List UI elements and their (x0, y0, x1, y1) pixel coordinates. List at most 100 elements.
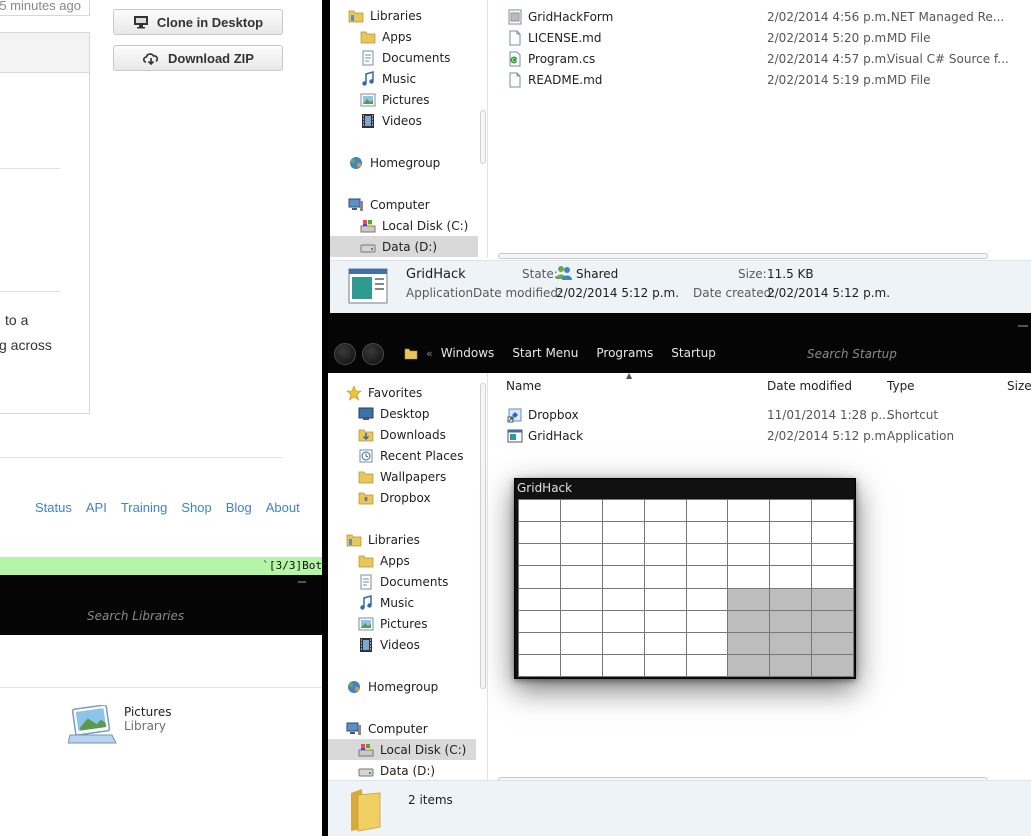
nav-item-music[interactable]: Music (328, 592, 476, 613)
grid-cell[interactable] (644, 588, 686, 610)
grid-cell[interactable] (728, 588, 770, 610)
grid-cell[interactable] (644, 500, 686, 522)
footer-link-blog[interactable]: Blog (226, 500, 252, 515)
nav-item-favorites[interactable]: Favorites (328, 382, 476, 403)
nav-item-videos[interactable]: Videos (328, 634, 476, 655)
breadcrumb-startup[interactable]: Startup (671, 346, 716, 360)
grid-cell[interactable] (560, 544, 602, 566)
search-startup-input[interactable]: Search Startup (807, 347, 897, 361)
grid-cell[interactable] (770, 588, 812, 610)
column-header-type[interactable]: Type (887, 379, 915, 393)
grid-cell[interactable] (519, 610, 560, 632)
column-header-date[interactable]: Date modified (767, 379, 852, 393)
grid-cell[interactable] (519, 588, 560, 610)
nav-scrollbar[interactable] (480, 110, 486, 164)
nav-item-dropbox[interactable]: Dropbox (328, 487, 476, 508)
nav-item-libraries[interactable]: Libraries (328, 529, 476, 550)
forward-button[interactable] (362, 343, 384, 365)
grid-cell[interactable] (812, 566, 853, 588)
minimize-icon[interactable] (298, 581, 306, 583)
grid-cell[interactable] (602, 588, 644, 610)
nav-item-apps[interactable]: Apps (328, 550, 476, 571)
grid-cell[interactable] (519, 500, 560, 522)
grid-cell[interactable] (519, 654, 560, 676)
nav-item-documents[interactable]: Documents (328, 571, 476, 592)
file-row[interactable]: LICENSE.md 2/02/2014 5:20 p.m. MD File (507, 27, 1027, 48)
column-header-name[interactable]: Name (506, 379, 541, 393)
grid-cell[interactable] (812, 544, 853, 566)
nav-item-documents[interactable]: Documents (330, 47, 478, 68)
grid-cell[interactable] (519, 544, 560, 566)
footer-link-status[interactable]: Status (35, 500, 72, 515)
pane-splitter[interactable] (487, 0, 488, 258)
grid-cell[interactable] (602, 654, 644, 676)
minimize-icon[interactable] (1018, 325, 1028, 327)
file-row[interactable]: GridHackForm 2/02/2014 4:56 p.m. .NET Mana… (507, 6, 1027, 27)
nav-item-homegroup[interactable]: Homegroup (328, 676, 476, 697)
grid-cell[interactable] (812, 654, 853, 676)
grid-cell[interactable] (560, 588, 602, 610)
grid-cell[interactable] (770, 632, 812, 654)
grid-cell[interactable] (644, 522, 686, 544)
file-row[interactable]: C# Program.cs 2/02/2014 4:57 p.m. Visual C#… (507, 48, 1027, 69)
file-row[interactable]: README.md 2/02/2014 5:19 p.m. MD File (507, 69, 1027, 90)
nav-item-data-d[interactable]: Data (D:) (328, 760, 476, 781)
grid-cell[interactable] (728, 632, 770, 654)
grid-cell[interactable] (770, 544, 812, 566)
grid-cell[interactable] (560, 500, 602, 522)
grid-cell[interactable] (602, 610, 644, 632)
grid-cell[interactable] (519, 566, 560, 588)
grid-cell[interactable] (644, 544, 686, 566)
grid-cell[interactable] (602, 500, 644, 522)
breadcrumb-overflow-icon[interactable]: « (426, 347, 433, 360)
grid-cell[interactable] (560, 522, 602, 544)
clone-in-desktop-button[interactable]: Clone in Desktop (113, 9, 283, 35)
grid-cell[interactable] (602, 632, 644, 654)
file-row[interactable]: Dropbox 11/01/2014 1:28 p.... Shortcut (507, 404, 1027, 425)
grid-cell[interactable] (728, 544, 770, 566)
nav-item-apps[interactable]: Apps (330, 26, 478, 47)
footer-link-about[interactable]: About (266, 500, 300, 515)
grid-cell[interactable] (560, 654, 602, 676)
nav-item-recent-places[interactable]: Recent Places (328, 445, 476, 466)
file-list-hscrollbar[interactable] (498, 253, 988, 259)
grid-cell[interactable] (644, 632, 686, 654)
grid-cell[interactable] (812, 500, 853, 522)
footer-link-training[interactable]: Training (121, 500, 167, 515)
nav-item-music[interactable]: Music (330, 68, 478, 89)
breadcrumb-windows[interactable]: Windows (441, 346, 495, 360)
grid-cell[interactable] (644, 566, 686, 588)
nav-item-computer[interactable]: Computer (330, 194, 478, 215)
grid-cell[interactable] (686, 654, 728, 676)
download-zip-button[interactable]: Download ZIP (113, 45, 283, 71)
nav-item-wallpapers[interactable]: Wallpapers (328, 466, 476, 487)
grid-cell[interactable] (770, 522, 812, 544)
nav-item-local-disk-c[interactable]: Local Disk (C:) (330, 215, 478, 236)
grid-cell[interactable] (728, 654, 770, 676)
pictures-library-item[interactable]: Pictures Library (68, 705, 172, 745)
grid-cell[interactable] (602, 522, 644, 544)
grid-cell[interactable] (560, 632, 602, 654)
grid-cell[interactable] (519, 632, 560, 654)
breadcrumb-programs[interactable]: Programs (596, 346, 653, 360)
grid-cell[interactable] (686, 566, 728, 588)
search-libraries-input[interactable]: Search Libraries (87, 609, 184, 623)
nav-item-computer[interactable]: Computer (328, 718, 476, 739)
back-button[interactable] (334, 343, 356, 365)
footer-link-shop[interactable]: Shop (181, 500, 211, 515)
gridhack-window[interactable]: GridHack (514, 478, 856, 679)
grid-cell[interactable] (770, 610, 812, 632)
grid-cell[interactable] (560, 610, 602, 632)
grid-cell[interactable] (686, 588, 728, 610)
nav-item-local-disk-c[interactable]: Local Disk (C:) (328, 739, 476, 760)
breadcrumb-start-menu[interactable]: Start Menu (512, 346, 578, 360)
grid-cell[interactable] (770, 500, 812, 522)
pane-splitter[interactable] (487, 373, 488, 780)
grid-cell[interactable] (812, 610, 853, 632)
file-row[interactable]: GridHack 2/02/2014 5:12 p.m. Application (507, 425, 1027, 446)
grid-cell[interactable] (519, 522, 560, 544)
grid-cell[interactable] (728, 610, 770, 632)
grid-cell[interactable] (812, 632, 853, 654)
column-header-size[interactable]: Size (1007, 379, 1031, 393)
grid-cell[interactable] (686, 610, 728, 632)
